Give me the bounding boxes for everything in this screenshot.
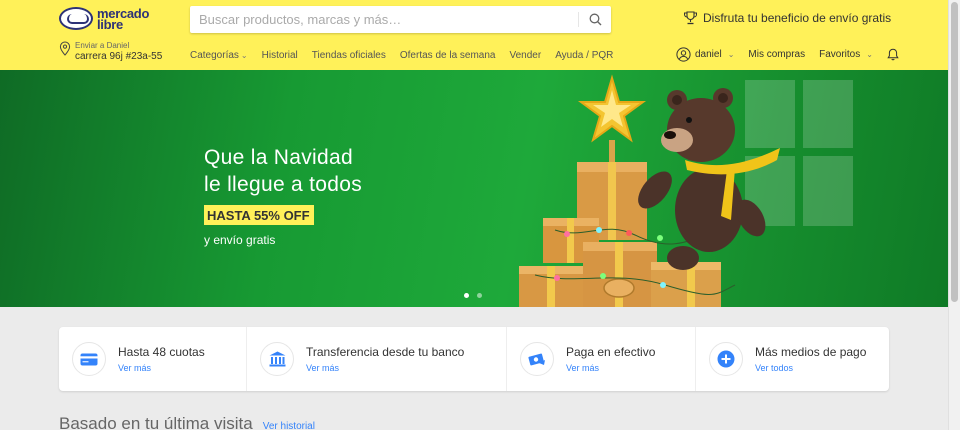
recent-visit-section: Basado en tu última visita Ver historial: [59, 414, 315, 430]
nav-vender[interactable]: Vender: [509, 50, 541, 61]
chevron-down-icon: ⌄: [866, 50, 873, 59]
bell-icon: [887, 48, 899, 61]
plus-icon: [717, 350, 735, 368]
hero-title-line1: Que la Navidad: [204, 146, 353, 169]
light-bulb: [626, 230, 632, 236]
user-avatar-icon: [676, 47, 691, 62]
carousel-dot-2[interactable]: [477, 293, 482, 298]
shipping-promo[interactable]: Disfruta tu beneficio de envío gratis: [683, 11, 891, 25]
user-menu[interactable]: daniel ⌄: [676, 47, 734, 62]
card-icon: [80, 353, 98, 365]
christmas-illustration: [519, 74, 780, 307]
bank-icon: [269, 351, 285, 367]
light-bulb: [596, 227, 602, 233]
header: mercado libre Disfruta tu beneficio de e…: [0, 0, 948, 70]
search-button[interactable]: [579, 6, 611, 33]
page-scrollbar[interactable]: [948, 0, 960, 430]
carousel-pagination: [464, 293, 482, 298]
payment-option-label: Hasta 48 cuotas: [118, 345, 205, 359]
scrollbar-thumb[interactable]: [951, 2, 958, 302]
cash-icon: [528, 353, 545, 366]
promo-text: Disfruta tu beneficio de envío gratis: [703, 11, 892, 25]
view-history-link[interactable]: Ver historial: [263, 421, 315, 430]
nav-tiendas-oficiales[interactable]: Tiendas oficiales: [312, 50, 386, 61]
carousel-dot-1[interactable]: [464, 293, 469, 298]
light-bulb: [660, 282, 666, 288]
hero-title-line2: le llegue a todos: [204, 173, 363, 196]
search-input[interactable]: [199, 6, 577, 33]
payment-option-link[interactable]: Ver todos: [755, 363, 866, 373]
nav-categorias[interactable]: Categorías ⌄: [190, 50, 248, 61]
chevron-down-icon: ⌄: [727, 50, 735, 59]
location-pin-icon: [59, 41, 71, 56]
nav-historial[interactable]: Historial: [262, 50, 298, 61]
payment-option-link[interactable]: Ver más: [118, 363, 205, 373]
payment-options-card: Hasta 48 cuotas Ver más Transferencia de…: [59, 327, 889, 391]
delivery-location[interactable]: Enviar a Daniel carrera 96j #23a-55: [59, 41, 162, 63]
payment-option-mas-medios[interactable]: Más medios de pago Ver todos: [695, 327, 889, 391]
section-title: Basado en tu última visita: [59, 414, 253, 430]
payment-option-label: Transferencia desde tu banco: [306, 345, 465, 359]
nav-ayuda[interactable]: Ayuda / PQR: [555, 50, 613, 61]
handshake-logo-icon: [603, 278, 635, 298]
light-bulb: [657, 235, 663, 241]
payment-option-transferencia[interactable]: Transferencia desde tu banco Ver más: [246, 327, 506, 391]
location-address: carrera 96j #23a-55: [75, 51, 163, 62]
payment-option-link[interactable]: Ver más: [566, 363, 655, 373]
logo[interactable]: mercado libre: [59, 7, 149, 31]
payment-option-label: Paga en efectivo: [566, 345, 656, 359]
my-purchases-link[interactable]: Mis compras: [748, 49, 805, 60]
username: daniel: [695, 49, 722, 60]
star-icon: [577, 74, 647, 162]
search-bar: [190, 6, 611, 33]
search-icon: [589, 13, 601, 26]
main-nav: Categorías ⌄ Historial Tiendas oficiales …: [190, 50, 613, 61]
trophy-icon: [684, 11, 697, 25]
payment-option-efectivo[interactable]: Paga en efectivo Ver más: [506, 327, 695, 391]
discount-badge: HASTA 55% OFF: [204, 205, 314, 225]
location-label: Enviar a Daniel: [75, 41, 130, 50]
handshake-logo-icon: [59, 7, 93, 30]
hero-banner[interactable]: Que la Navidad le llegue a todos HASTA 5…: [0, 70, 948, 307]
chevron-down-icon: ⌄: [240, 51, 248, 60]
payment-option-cuotas[interactable]: Hasta 48 cuotas Ver más: [59, 327, 246, 391]
favorites-menu[interactable]: Favoritos ⌄: [819, 49, 873, 60]
light-bulb: [600, 273, 606, 279]
notifications-button[interactable]: [887, 48, 899, 61]
payment-option-label: Más medios de pago: [755, 345, 867, 359]
light-bulb: [564, 231, 570, 237]
nav-ofertas[interactable]: Ofertas de la semana: [400, 50, 496, 61]
hero-copy: Que la Navidad le llegue a todos HASTA 5…: [204, 144, 362, 247]
hero-subtitle: y envío gratis: [204, 233, 276, 247]
payment-option-link[interactable]: Ver más: [306, 363, 464, 373]
light-bulb: [554, 275, 560, 281]
account-menu: daniel ⌄ Mis compras Favoritos ⌄: [676, 47, 899, 62]
